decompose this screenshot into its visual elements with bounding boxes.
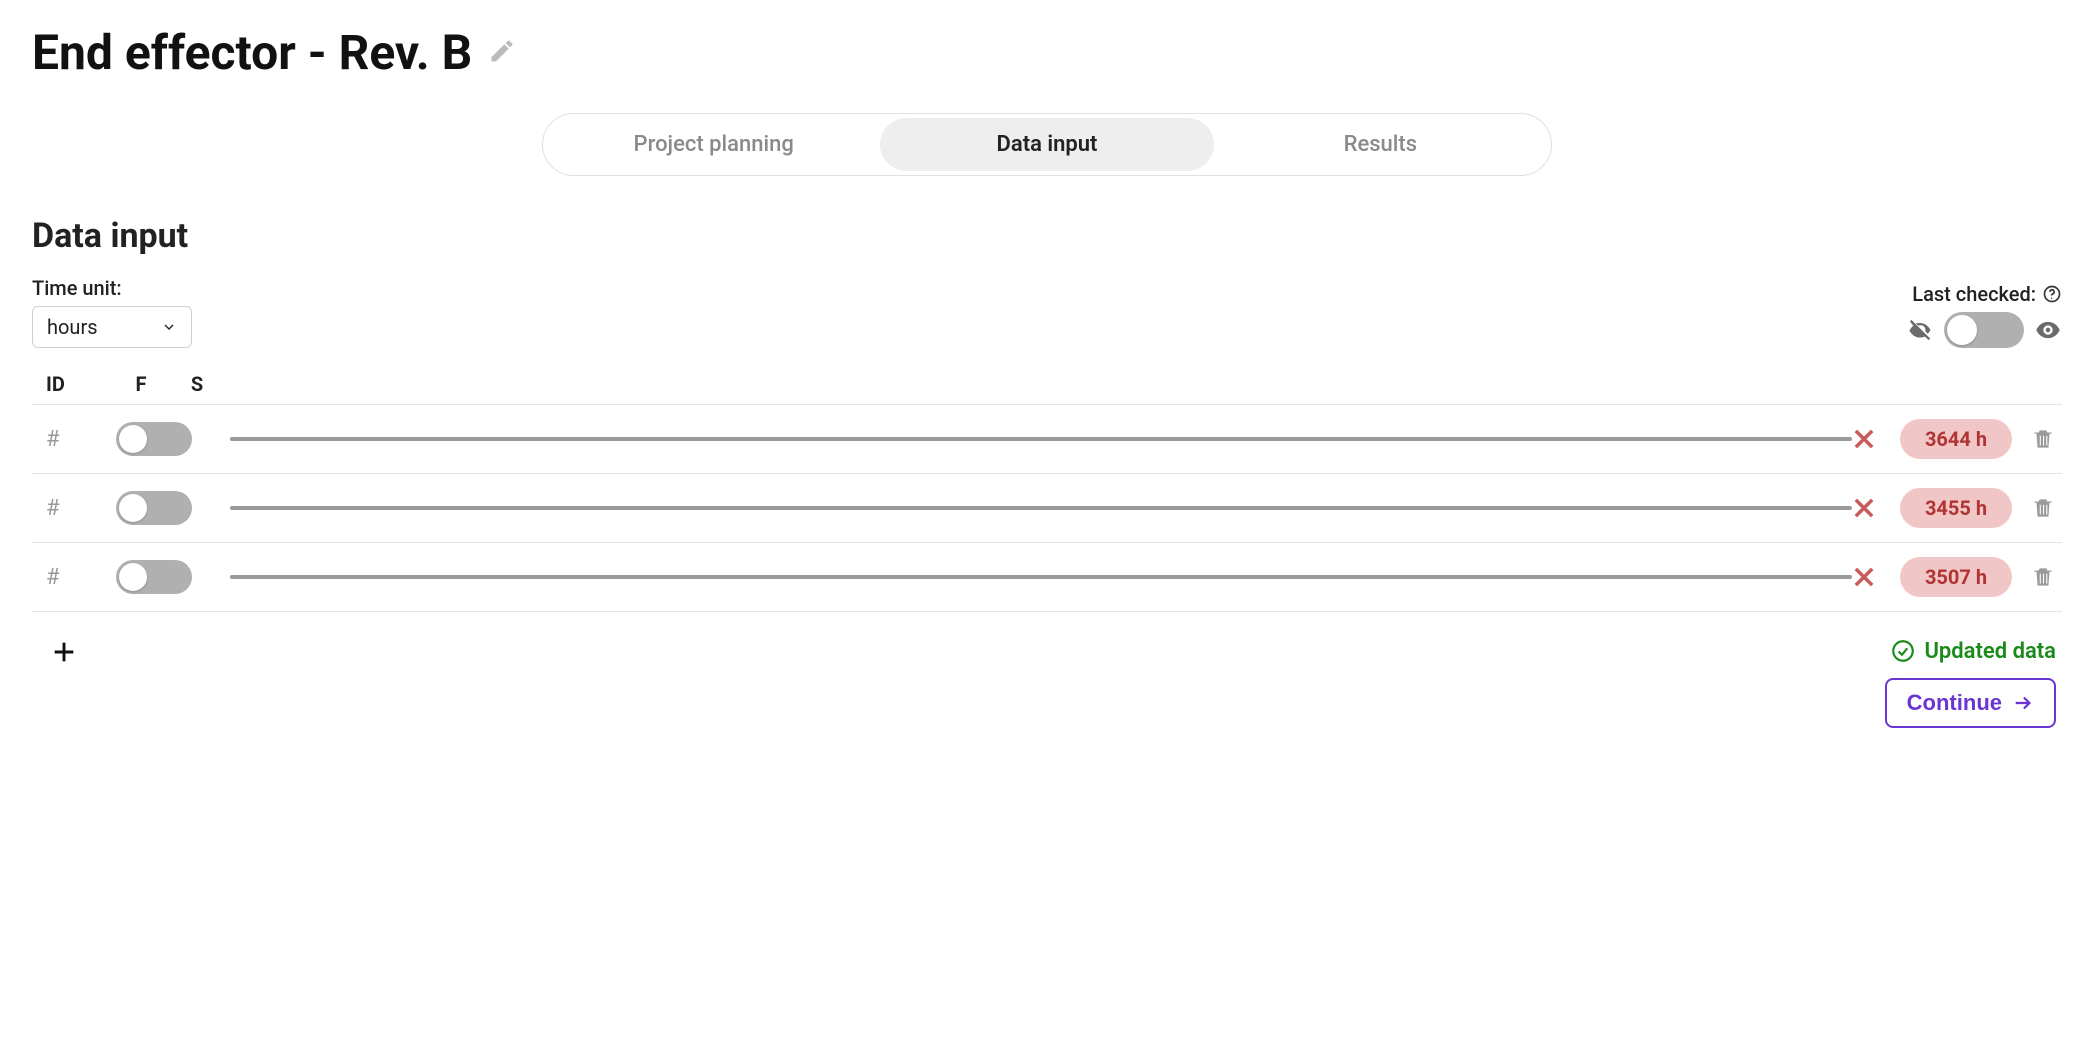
row-value-badge[interactable]: 3507 h — [1900, 557, 2012, 597]
continue-button[interactable]: Continue — [1885, 678, 2056, 728]
help-icon[interactable] — [2042, 284, 2062, 304]
check-circle-icon — [1890, 638, 1916, 664]
tab-results[interactable]: Results — [1214, 118, 1547, 171]
row-slider[interactable] — [222, 563, 1886, 591]
trash-icon[interactable] — [2012, 426, 2056, 452]
page-title: End effector - Rev. B — [32, 24, 472, 81]
tab-bar: Project planning Data input Results — [542, 113, 1552, 176]
time-unit-select[interactable]: hours — [32, 306, 192, 348]
row-toggle[interactable] — [116, 560, 192, 594]
table-row: # 3455 h — [32, 474, 2062, 543]
arrow-right-icon — [2012, 692, 2034, 714]
row-id[interactable]: # — [46, 496, 116, 521]
row-toggle[interactable] — [116, 491, 192, 525]
pencil-icon[interactable] — [488, 37, 516, 69]
row-slider[interactable] — [222, 494, 1886, 522]
last-checked-label: Last checked: — [1912, 282, 2036, 306]
row-id[interactable]: # — [46, 427, 116, 452]
row-id[interactable]: # — [46, 565, 116, 590]
trash-icon[interactable] — [2012, 495, 2056, 521]
table-row: # 3644 h — [32, 405, 2062, 474]
row-value-badge[interactable]: 3644 h — [1900, 419, 2012, 459]
status-text: Updated data — [1924, 639, 2056, 664]
time-unit-label: Time unit: — [32, 276, 192, 300]
eye-icon — [2034, 316, 2062, 344]
add-row-button[interactable] — [50, 638, 78, 670]
x-icon — [1850, 563, 1878, 591]
column-header-s: S — [172, 372, 222, 396]
time-unit-value: hours — [47, 315, 98, 339]
data-rows: # 3644 h # 3455 h # — [32, 404, 2062, 612]
status-badge: Updated data — [1890, 638, 2056, 664]
tab-data-input[interactable]: Data input — [880, 118, 1213, 171]
trash-icon[interactable] — [2012, 564, 2056, 590]
row-slider[interactable] — [222, 425, 1886, 453]
tab-project-planning[interactable]: Project planning — [547, 118, 880, 171]
x-icon — [1850, 425, 1878, 453]
column-header-id: ID — [46, 372, 116, 396]
row-toggle[interactable] — [116, 422, 192, 456]
chevron-down-icon — [161, 319, 177, 335]
column-header-f: F — [116, 372, 166, 396]
section-title: Data input — [32, 216, 2062, 256]
last-checked-toggle[interactable] — [1944, 312, 2024, 348]
eye-off-icon — [1906, 316, 1934, 344]
continue-label: Continue — [1907, 690, 2002, 716]
x-icon — [1850, 494, 1878, 522]
row-value-badge[interactable]: 3455 h — [1900, 488, 2012, 528]
table-row: # 3507 h — [32, 543, 2062, 612]
